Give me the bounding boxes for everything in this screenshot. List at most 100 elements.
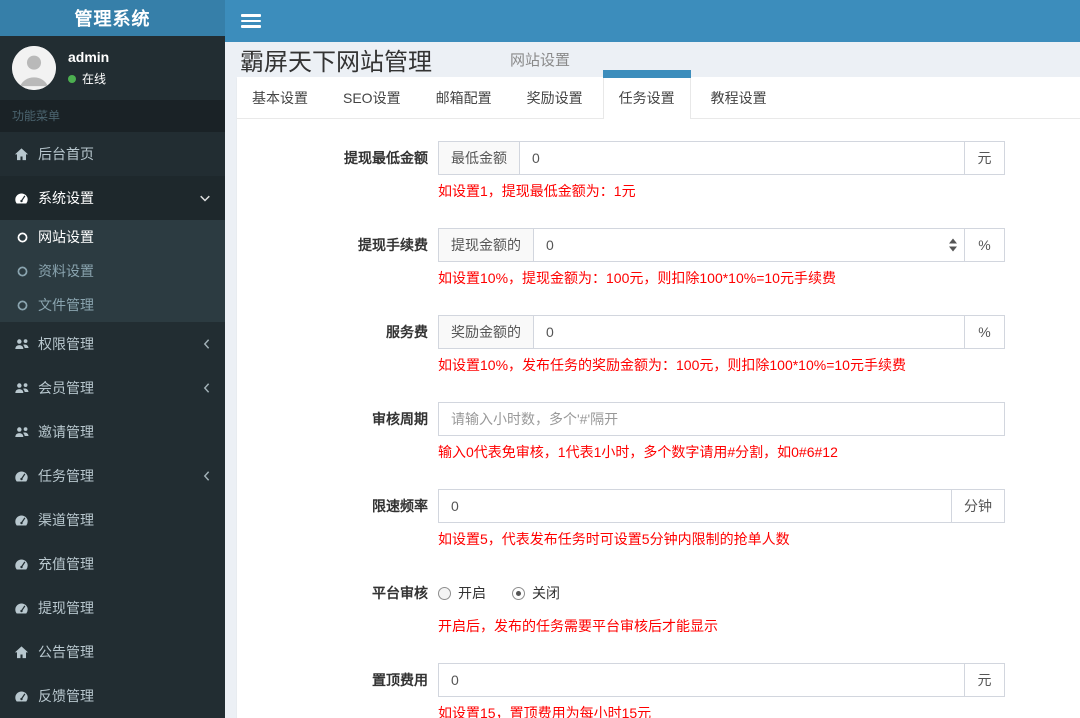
form-controls-platform-review: 开启 关闭开启后，发布的任务需要平台审核后才能显示 <box>438 576 1005 636</box>
form-controls-service-fee: 奖励金额的% 如设置10%，发布任务的奖励金额为：100元，则扣除100*10%=… <box>438 315 1005 375</box>
sidebar-subitem-label: 文件管理 <box>38 297 94 313</box>
withdraw-fee-input[interactable] <box>534 229 964 261</box>
platform-review-radio-group: 开启 关闭 <box>438 576 1005 610</box>
sidebar-item-feedback-management[interactable]: 反馈管理 <box>0 674 225 718</box>
sidebar-item-invite-management[interactable]: 邀请管理 <box>0 410 225 454</box>
sidebar-submenu: 网站设置 资料设置文件管理 <box>0 220 225 322</box>
circle-icon <box>17 266 38 277</box>
min-withdraw-amount-input[interactable] <box>520 142 964 174</box>
form-row-service-fee: 服务费奖励金额的% 如设置10%，发布任务的奖励金额为：100元，则扣除100*1… <box>237 315 1080 375</box>
chevron-left-icon <box>202 382 211 394</box>
app-layout: 管理系统 admin 在线 功能菜单 后台首页 系统设置 网站设置 资料设置 文件管理权… <box>0 0 1080 718</box>
chevron-left-icon <box>202 470 211 482</box>
rate-limit-input-group: 分钟 <box>438 489 1005 523</box>
input-append-label: 元 <box>964 142 1004 174</box>
user-info: admin 在线 <box>68 49 109 87</box>
form-hint-service-fee: 如设置10%，发布任务的奖励金额为：100元，则扣除100*10%=10元手续费 <box>438 357 906 373</box>
rate-limit-input[interactable] <box>439 490 951 522</box>
form-row-withdraw-fee: 提现手续费提现金额的% 如设置10%，提现金额为：100元，则扣除100*10%=… <box>237 228 1080 288</box>
sidebar-item-recharge-management[interactable]: 充值管理 <box>0 542 225 586</box>
input-wrap <box>439 664 964 696</box>
input-prepend-label: 提现金额的 <box>439 229 534 261</box>
top-fee-input[interactable] <box>439 664 964 696</box>
gauge-icon <box>14 689 38 704</box>
gauge-icon <box>14 601 38 616</box>
input-wrap <box>520 142 964 174</box>
online-status-dot <box>68 74 76 83</box>
number-spinner[interactable] <box>949 238 957 252</box>
form-label-review-cycle: 审核周期 <box>372 411 428 427</box>
users-icon <box>14 425 38 439</box>
service-fee-input-group: 奖励金额的% <box>438 315 1005 349</box>
service-fee-input[interactable] <box>534 316 964 348</box>
tab-basic[interactable]: 基本设置 <box>237 77 323 118</box>
circle-icon <box>17 300 38 311</box>
platform-review-radio-option[interactable]: 关闭 <box>512 583 560 603</box>
form-row-rate-limit: 限速频率分钟如设置5，代表发布任务时可设置5分钟内限制的抢单人数 <box>237 489 1080 549</box>
form-label-top-fee: 置顶费用 <box>372 672 428 688</box>
users-icon <box>14 381 38 395</box>
sidebar-item-label: 渠道管理 <box>38 512 94 528</box>
top-fee-input-group: 元 <box>438 663 1005 697</box>
form-row-min-withdraw-amount: 提现最低金额最低金额 元如设置1，提现最低金额为：1元 <box>237 141 1080 201</box>
radio-button-icon[interactable] <box>512 586 525 600</box>
app-title: 管理系统 <box>74 9 151 29</box>
user-panel: admin 在线 <box>0 36 225 100</box>
form-label-min-withdraw-amount: 提现最低金额 <box>344 150 428 166</box>
sidebar-item-label: 后台首页 <box>38 146 94 162</box>
chevron-down-icon <box>199 194 211 203</box>
user-silhouette-icon <box>12 46 56 90</box>
sidebar-item-task-management[interactable]: 任务管理 <box>0 454 225 498</box>
user-name: admin <box>68 49 110 65</box>
sidebar-subitem-profile-settings[interactable]: 资料设置 <box>0 254 225 288</box>
tab-reward[interactable]: 奖励设置 <box>512 77 598 118</box>
input-wrap <box>439 490 951 522</box>
platform-review-radio-option[interactable]: 开启 <box>438 583 486 603</box>
sidebar-subitem-file-management[interactable]: 文件管理 <box>0 288 225 322</box>
sidebar-toggle-button[interactable] <box>241 14 261 28</box>
tab-seo[interactable]: SEO设置 <box>328 77 416 118</box>
sidebar-item-home[interactable]: 后台首页 <box>0 132 225 176</box>
form-controls-top-fee: 元如设置15，置顶费用为每小时15元 <box>438 663 1005 718</box>
home-icon <box>14 147 38 162</box>
gauge-icon <box>14 557 38 572</box>
sidebar-item-label: 会员管理 <box>38 380 94 396</box>
gauge-icon <box>14 469 38 484</box>
sidebar-item-system-settings[interactable]: 系统设置 <box>0 176 225 220</box>
sidebar-menu: 后台首页系统设置 网站设置 资料设置文件管理权限管理会员管理邀请管理 任务管理渠道管理… <box>0 132 225 718</box>
input-append-label: % <box>964 229 1004 261</box>
circle-icon <box>17 232 38 243</box>
sidebar-item-withdraw-management[interactable]: 提现管理 <box>0 586 225 630</box>
page-title: 霸屏天下网站管理 <box>240 49 432 76</box>
sidebar-item-permission-management[interactable]: 权限管理 <box>0 322 225 366</box>
avatar <box>12 46 56 90</box>
form-controls-review-cycle: 输入0代表免审核，1代表1小时，多个数字请用#分割，如0#6#12 <box>438 402 1005 462</box>
sidebar-subitem-website-settings[interactable]: 网站设置 <box>0 220 225 254</box>
page-subtitle: 网站设置 <box>510 52 571 69</box>
input-prepend-label: 奖励金额的 <box>439 316 534 348</box>
withdraw-fee-input-group: 提现金额的% <box>438 228 1005 262</box>
sidebar-item-channel-management[interactable]: 渠道管理 <box>0 498 225 542</box>
radio-button-icon[interactable] <box>438 586 451 600</box>
sidebar-section-label: 功能菜单 <box>0 100 225 132</box>
form-hint-min-withdraw-amount: 如设置1，提现最低金额为：1元 <box>438 183 636 199</box>
sidebar-item-announcement-management[interactable]: 公告管理 <box>0 630 225 674</box>
sidebar: 管理系统 admin 在线 功能菜单 后台首页系统设置 网站设置 资料设置文件管理权… <box>0 0 225 718</box>
tab-email[interactable]: 邮箱配置 <box>421 77 507 118</box>
review-cycle-input-group <box>438 402 1005 436</box>
form-hint-rate-limit: 如设置5，代表发布任务时可设置5分钟内限制的抢单人数 <box>438 531 790 547</box>
input-append-label: 分钟 <box>951 490 1004 522</box>
form-controls-withdraw-fee: 提现金额的% 如设置10%，提现金额为：100元，则扣除100*10%=10元手续… <box>438 228 1005 288</box>
tab-task[interactable]: 任务设置 <box>602 70 691 119</box>
form-row-top-fee: 置顶费用元如设置15，置顶费用为每小时15元 <box>237 663 1080 718</box>
input-prepend-label: 最低金额 <box>439 142 520 174</box>
tab-tutorial[interactable]: 教程设置 <box>696 77 782 118</box>
online-status-label: 在线 <box>82 72 107 86</box>
chevron-left-icon <box>202 338 211 350</box>
input-wrap <box>534 316 964 348</box>
form-hint-platform-review: 开启后，发布的任务需要平台审核后才能显示 <box>438 618 718 634</box>
review-cycle-input[interactable] <box>439 403 1004 435</box>
sidebar-item-member-management[interactable]: 会员管理 <box>0 366 225 410</box>
gauge-icon <box>14 191 38 206</box>
app-logo[interactable]: 管理系统 <box>0 0 225 36</box>
